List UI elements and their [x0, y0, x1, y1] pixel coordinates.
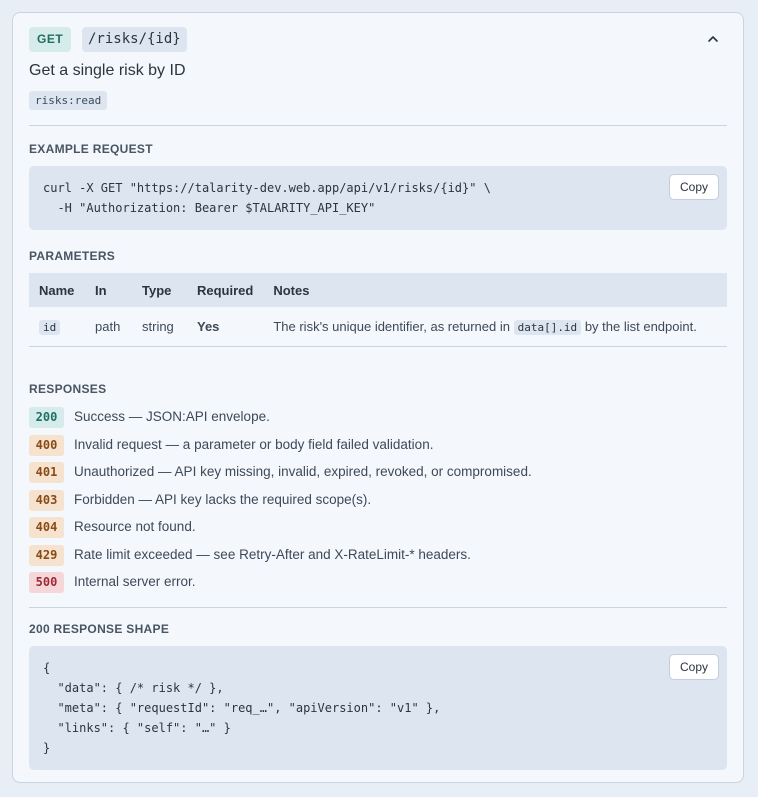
status-code-badge: 429	[29, 544, 64, 566]
response-shape-code-block: { "data": { /* risk */ }, "meta": { "req…	[29, 646, 727, 770]
status-code-badge: 403	[29, 489, 64, 511]
copy-request-button[interactable]: Copy	[668, 174, 719, 200]
list-item: 429 Rate limit exceeded — see Retry-Afte…	[29, 543, 727, 571]
response-shape-code: { "data": { /* risk */ }, "meta": { "req…	[43, 661, 441, 755]
column-header-type: Type	[132, 273, 187, 307]
status-code-badge: 400	[29, 434, 64, 456]
param-notes-code: data[].id	[513, 320, 582, 335]
status-description: Success — JSON:API envelope.	[74, 409, 270, 424]
column-header-notes: Notes	[263, 273, 727, 307]
param-name: id	[39, 320, 61, 335]
column-header-name: Name	[29, 273, 85, 307]
example-request-code-block: curl -X GET "https://talarity-dev.web.ap…	[29, 166, 727, 230]
status-code-badge: 404	[29, 517, 64, 538]
divider	[29, 125, 727, 126]
list-item: 500 Internal server error.	[29, 570, 727, 598]
list-item: 200 Success — JSON:API envelope.	[29, 405, 727, 433]
endpoint-path: /risks/{id}	[82, 27, 187, 52]
status-description: Resource not found.	[74, 519, 196, 534]
chevron-up-icon[interactable]	[705, 31, 721, 47]
status-description: Unauthorized — API key missing, invalid,…	[74, 464, 532, 479]
scope-badge: risks:read	[29, 91, 108, 110]
parameters-title: PARAMETERS	[29, 249, 116, 263]
param-notes: The risk's unique identifier, as returne…	[263, 307, 727, 347]
status-description: Internal server error.	[74, 574, 196, 589]
example-request-code: curl -X GET "https://talarity-dev.web.ap…	[43, 181, 491, 215]
param-name-cell: id	[29, 307, 85, 347]
endpoint-header[interactable]: GET /risks/{id}	[29, 27, 727, 53]
param-in: path	[85, 307, 132, 347]
list-item: 401 Unauthorized — API key missing, inva…	[29, 460, 727, 488]
parameters-table: Name In Type Required Notes id path stri…	[29, 273, 727, 347]
param-notes-text-end: by the list endpoint.	[584, 319, 697, 334]
status-description: Forbidden — API key lacks the required s…	[74, 491, 372, 507]
example-request-title: EXAMPLE REQUEST	[29, 142, 153, 156]
list-item: 403 Forbidden — API key lacks the requir…	[29, 488, 727, 516]
responses-title: RESPONSES	[29, 382, 107, 396]
param-required: Yes	[187, 307, 264, 347]
http-method-badge: GET	[29, 27, 72, 52]
status-code-badge: 500	[29, 572, 64, 593]
endpoint-card: GET /risks/{id} Get a single risk by ID …	[12, 12, 744, 783]
list-item: 404 Resource not found.	[29, 515, 727, 543]
status-code-badge: 401	[29, 462, 64, 483]
list-item: 400 Invalid request — a parameter or bod…	[29, 433, 727, 461]
response-shape-title: 200 RESPONSE SHAPE	[29, 622, 170, 636]
column-header-required: Required	[187, 273, 264, 307]
param-type: string	[132, 307, 187, 347]
parameters-header-row: Name In Type Required Notes	[29, 273, 727, 307]
copy-response-button[interactable]: Copy	[668, 654, 719, 680]
status-description: Rate limit exceeded — see Retry-After an…	[74, 546, 471, 562]
status-code-badge: 200	[29, 407, 64, 428]
endpoint-summary: Get a single risk by ID	[29, 62, 186, 79]
responses-list: 200 Success — JSON:API envelope. 400 Inv…	[29, 405, 727, 598]
table-row: id path string Yes The risk's unique ide…	[29, 307, 727, 347]
param-notes-text: The risk's unique identifier, as returne…	[273, 319, 510, 334]
column-header-in: In	[85, 273, 132, 307]
status-description: Invalid request — a parameter or body fi…	[74, 436, 434, 452]
divider	[29, 607, 727, 608]
